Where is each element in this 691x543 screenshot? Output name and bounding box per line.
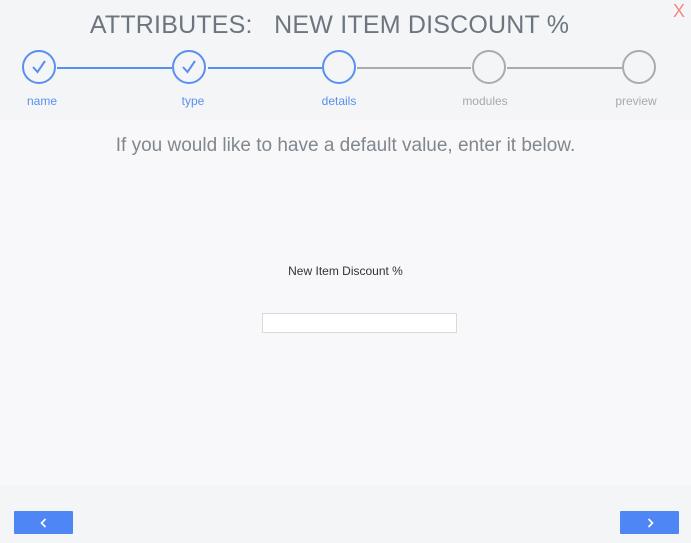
wizard-footer — [0, 485, 691, 543]
close-button[interactable]: X — [673, 1, 685, 22]
progress-track-1 — [57, 67, 172, 69]
step-label-name: name — [26, 94, 58, 108]
checkmark-icon — [182, 60, 196, 74]
step-details[interactable] — [322, 50, 356, 84]
progress-track-4 — [507, 67, 622, 69]
progress-track-2 — [208, 67, 322, 69]
back-button[interactable] — [14, 511, 73, 534]
step-modules[interactable] — [472, 50, 506, 84]
step-label-type: type — [181, 94, 205, 108]
chevron-right-icon — [647, 517, 654, 528]
instruction-text: If you would like to have a default valu… — [115, 135, 576, 156]
step-label-details: details — [321, 94, 357, 108]
page-title: ATTRIBUTES: NEW ITEM DISCOUNT % — [89, 11, 570, 39]
step-preview[interactable] — [622, 50, 656, 84]
field-label: New Item Discount % — [288, 264, 403, 278]
checkmark-icon — [32, 60, 46, 74]
default-value-input[interactable] — [262, 313, 457, 333]
step-label-preview: preview — [615, 94, 657, 108]
step-label-modules: modules — [462, 94, 508, 108]
chevron-left-icon — [39, 517, 46, 528]
next-button[interactable] — [620, 511, 679, 534]
progress-track-3 — [357, 67, 471, 69]
step-name[interactable] — [22, 50, 56, 84]
step-type[interactable] — [172, 50, 206, 84]
